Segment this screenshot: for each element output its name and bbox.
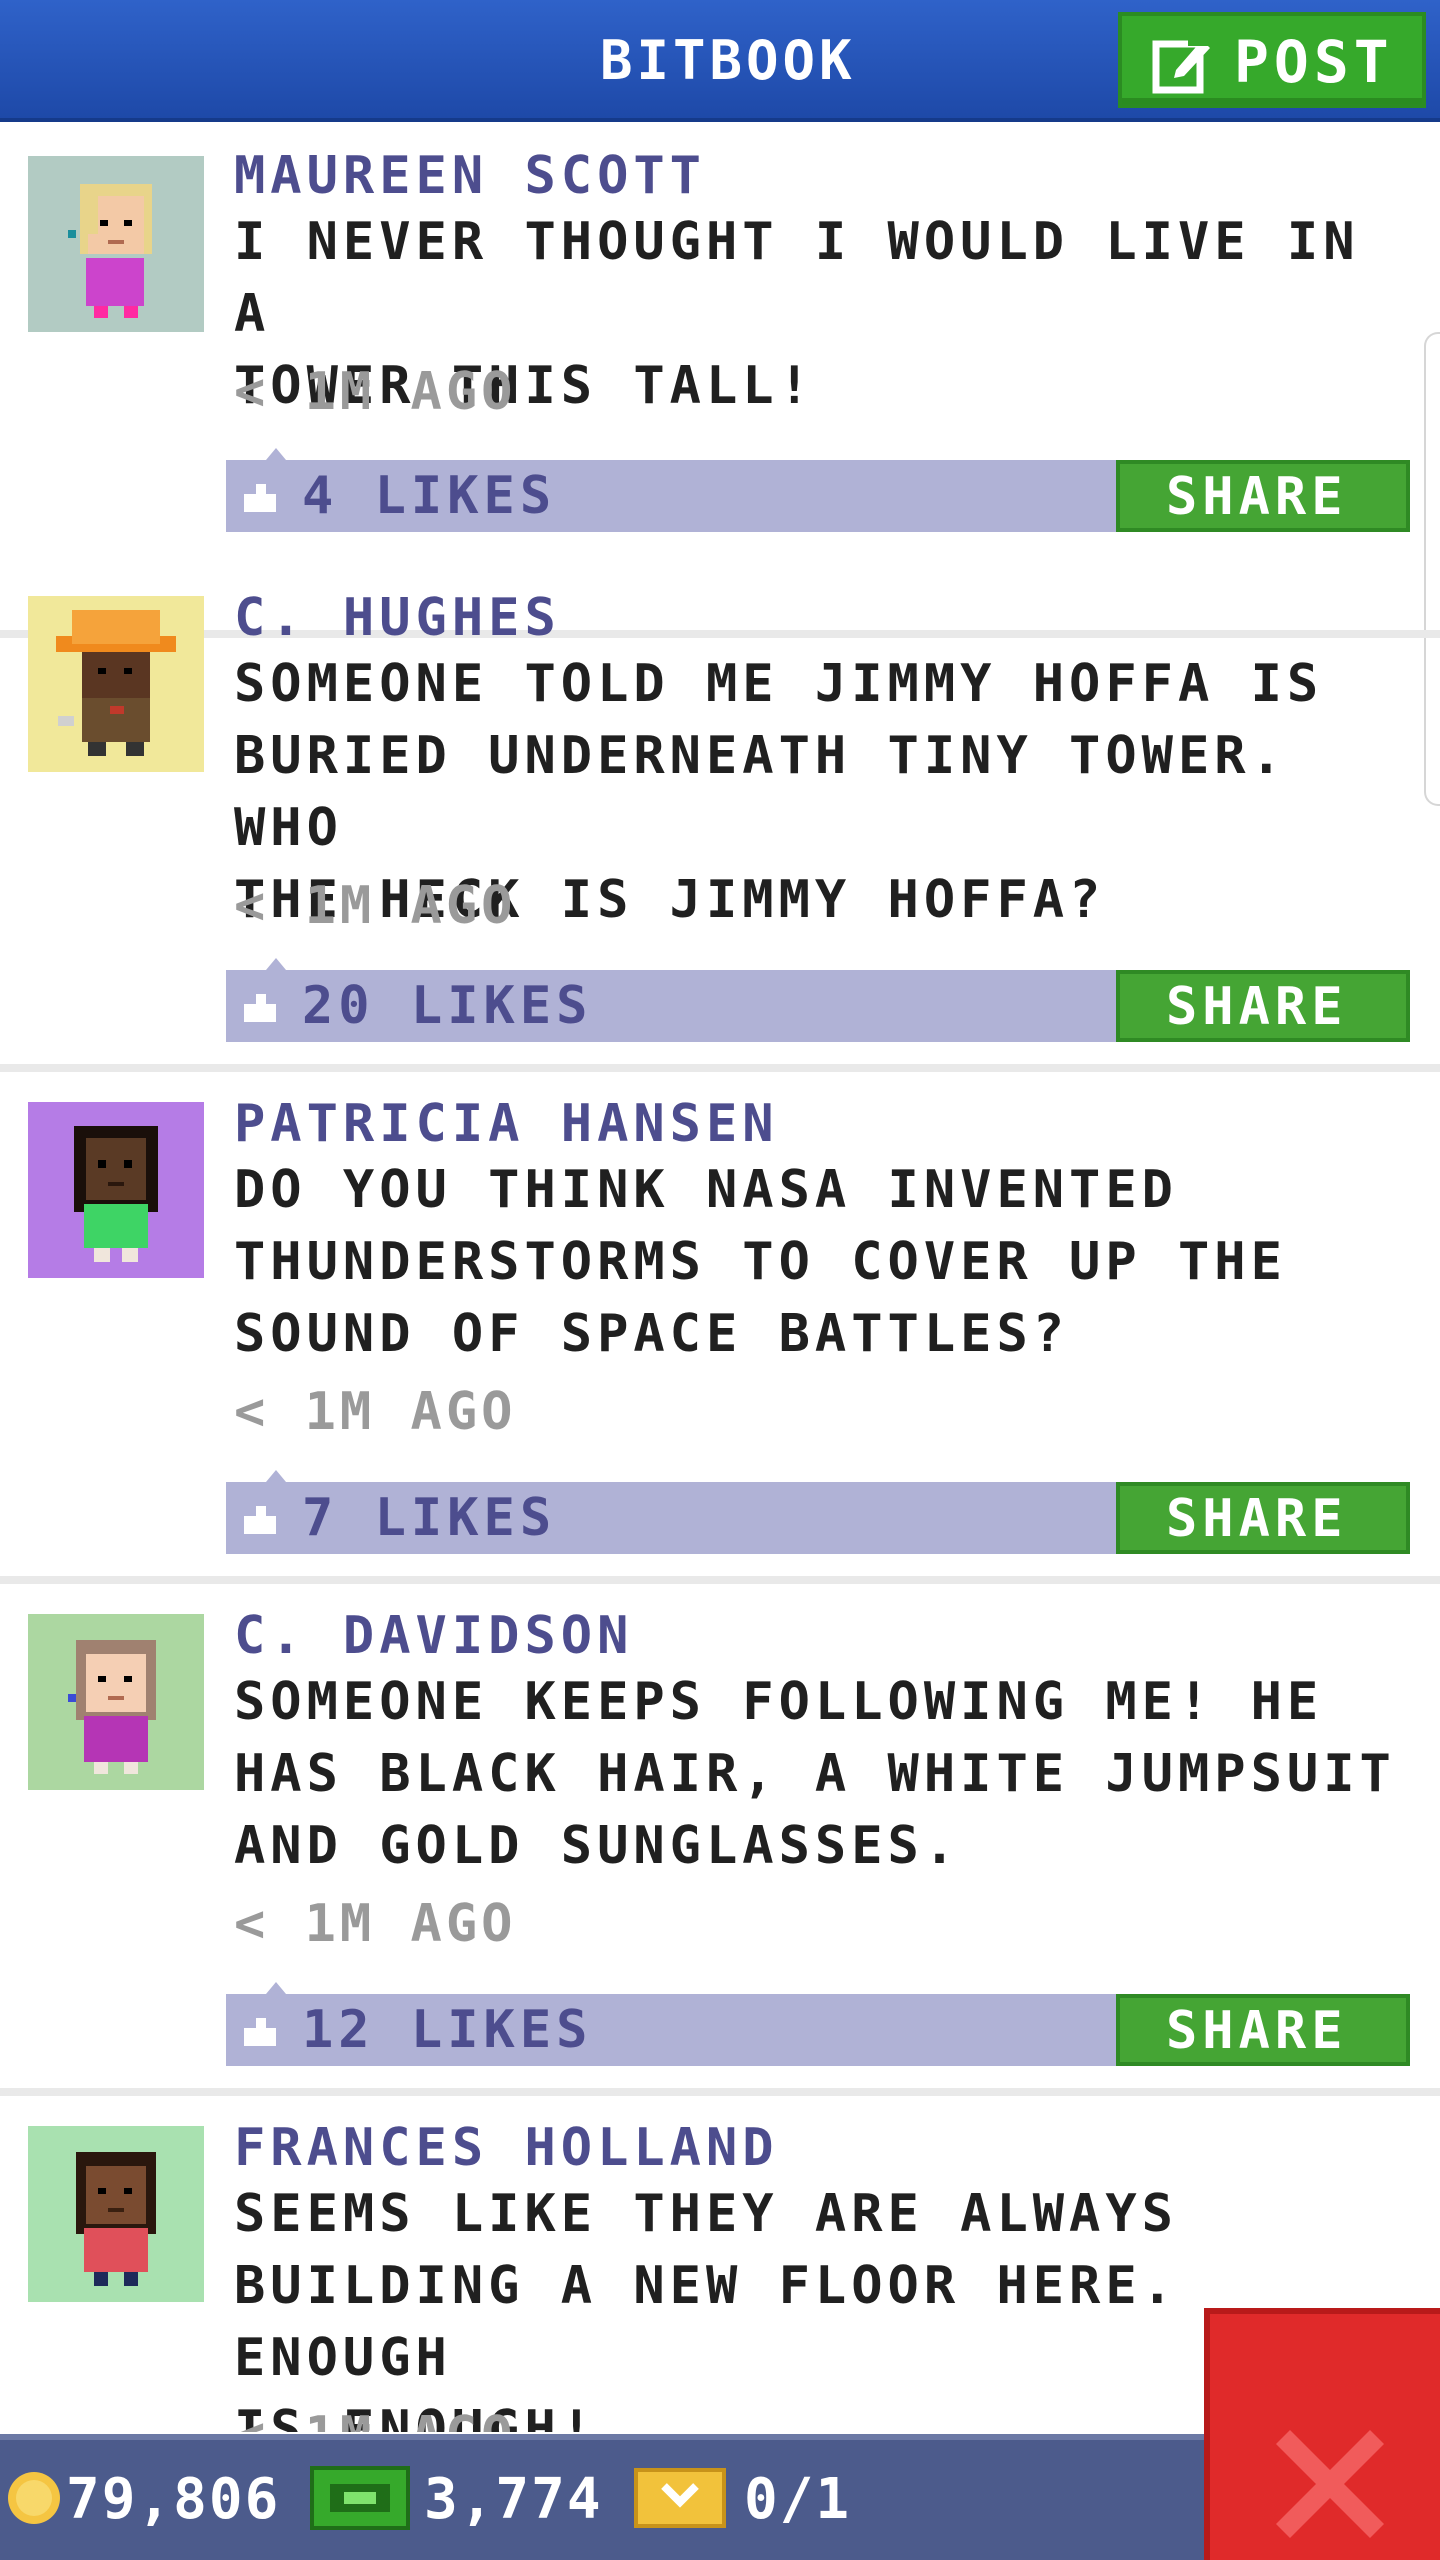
post-author[interactable]: C. DAVIDSON bbox=[234, 1606, 1414, 1666]
post-card: C. HUGHES SOMEONE TOLD ME JIMMY HOFFA IS… bbox=[0, 560, 1440, 1072]
avatar bbox=[28, 596, 204, 772]
bux-icon bbox=[310, 2466, 410, 2530]
close-icon bbox=[1276, 2430, 1384, 2538]
post-button-label: POST bbox=[1234, 28, 1394, 96]
like-bar: 7 LIKES SHARE bbox=[226, 1470, 1410, 1554]
feed[interactable]: MAUREEN SCOTT I NEVER THOUGHT I WOULD LI… bbox=[0, 126, 1440, 2432]
share-label: SHARE bbox=[1166, 1489, 1348, 1549]
likes-count: 12 LIKES bbox=[302, 2000, 593, 2060]
like-bar: 4 LIKES SHARE bbox=[226, 448, 1410, 532]
share-label: SHARE bbox=[1166, 977, 1348, 1037]
share-label: SHARE bbox=[1166, 467, 1348, 527]
coin-icon bbox=[8, 2472, 60, 2524]
share-label: SHARE bbox=[1166, 2001, 1348, 2061]
coins-count: 79,806 bbox=[66, 2467, 281, 2532]
like-bar: 20 LIKES SHARE bbox=[226, 958, 1410, 1042]
post-card: PATRICIA HANSEN DO YOU THINK NASA INVENT… bbox=[0, 1072, 1440, 1584]
post-message: DO YOU THINK NASA INVENTED THUNDERSTORMS… bbox=[234, 1160, 1287, 1364]
tickets-count: 0/1 bbox=[744, 2467, 852, 2532]
share-button[interactable]: SHARE bbox=[1116, 1994, 1410, 2066]
close-button[interactable] bbox=[1204, 2308, 1440, 2560]
avatar bbox=[28, 156, 204, 332]
likes-count: 4 LIKES bbox=[302, 466, 557, 526]
thumbs-up-icon[interactable] bbox=[240, 988, 280, 1024]
post-message: SOMEONE KEEPS FOLLOWING ME! HE HAS BLACK… bbox=[234, 1672, 1396, 1876]
like-bar: 12 LIKES SHARE bbox=[226, 1982, 1410, 2066]
bux-count: 3,774 bbox=[424, 2467, 603, 2532]
post-author[interactable]: FRANCES HOLLAND bbox=[234, 2118, 1414, 2178]
page-title: BITBOOK bbox=[600, 29, 856, 92]
post-card: C. DAVIDSON SOMEONE KEEPS FOLLOWING ME! … bbox=[0, 1584, 1440, 2096]
post-author[interactable]: PATRICIA HANSEN bbox=[234, 1094, 1414, 1154]
post-time: < 1M AGO bbox=[234, 362, 517, 422]
share-button[interactable]: SHARE bbox=[1116, 970, 1410, 1042]
edit-icon bbox=[1152, 36, 1210, 94]
app-header: BITBOOK POST bbox=[0, 0, 1440, 122]
ticket-icon bbox=[634, 2468, 726, 2528]
post-time: < 1M AGO bbox=[234, 1894, 517, 1954]
thumbs-up-icon[interactable] bbox=[240, 478, 280, 514]
share-button[interactable]: SHARE bbox=[1116, 1482, 1410, 1554]
post-time: < 1M AGO bbox=[234, 1382, 517, 1442]
post-button[interactable]: POST bbox=[1118, 12, 1426, 108]
likes-count: 20 LIKES bbox=[302, 976, 593, 1036]
thumbs-up-icon[interactable] bbox=[240, 2012, 280, 2048]
thumbs-up-icon[interactable] bbox=[240, 1500, 280, 1536]
post-author[interactable]: MAUREEN SCOTT bbox=[234, 146, 1414, 206]
share-button[interactable]: SHARE bbox=[1116, 460, 1410, 532]
likes-count: 7 LIKES bbox=[302, 1488, 557, 1548]
avatar bbox=[28, 2126, 204, 2302]
avatar bbox=[28, 1102, 204, 1278]
avatar bbox=[28, 1614, 204, 1790]
post-author[interactable]: C. HUGHES bbox=[234, 588, 1414, 648]
post-time: < 1M AGO bbox=[234, 2406, 634, 2432]
post-time: < 1M AGO bbox=[234, 876, 517, 936]
